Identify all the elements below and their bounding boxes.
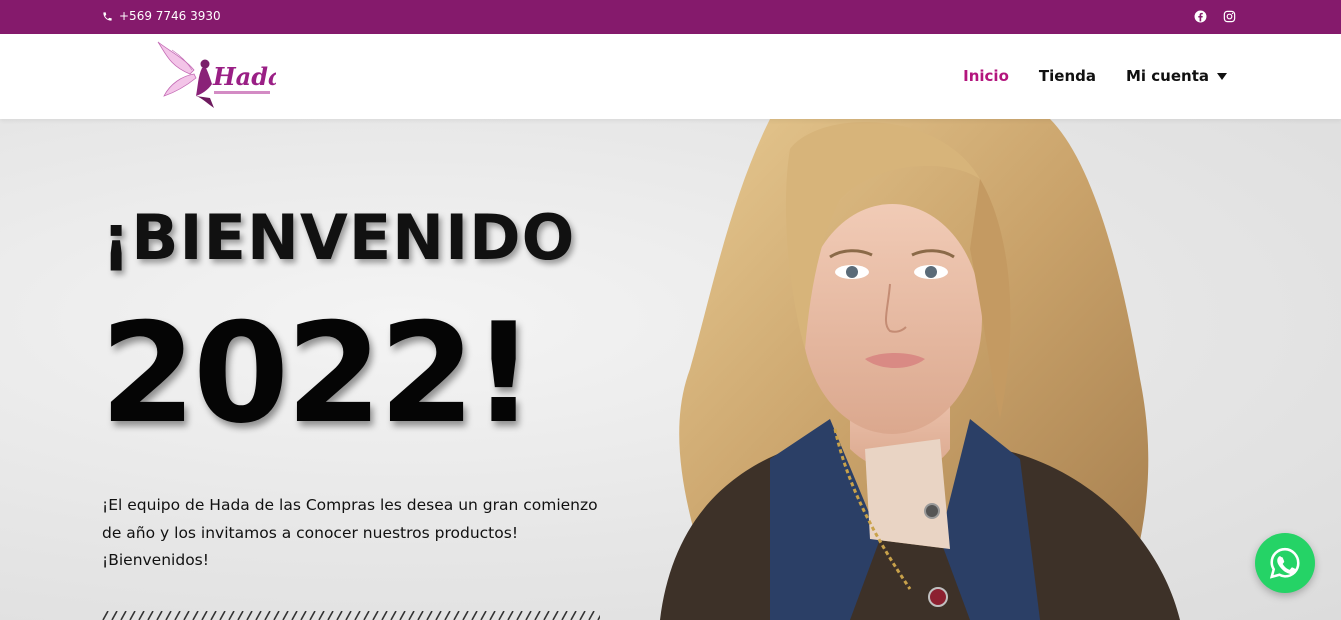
fairy-logo-icon <box>157 41 214 108</box>
nav-mi-cuenta[interactable]: Mi cuenta <box>1126 67 1227 85</box>
main-nav: Inicio Tienda Mi cuenta <box>963 67 1227 85</box>
nav-inicio-label: Inicio <box>963 67 1009 85</box>
dashed-divider <box>102 611 600 620</box>
caret-down-icon <box>1217 72 1227 80</box>
logo-text: Hada <box>212 62 276 91</box>
model-photo <box>660 119 1180 620</box>
whatsapp-icon <box>1269 547 1300 579</box>
hero-description: ¡El equipo de Hada de las Compras les de… <box>102 496 598 569</box>
phone-number: +569 7746 3930 <box>119 9 221 23</box>
hero-title-line1: ¡BIENVENIDO <box>102 201 576 274</box>
hada-logo[interactable]: Hada <box>156 40 276 110</box>
nav-mi-cuenta-label: Mi cuenta <box>1125 67 1209 85</box>
hero-title-line2: 2022! <box>100 293 535 454</box>
top-bar: +569 7746 3930 <box>0 0 1341 34</box>
logo-underline <box>214 91 270 94</box>
nav-tienda[interactable]: Tienda <box>1039 67 1096 85</box>
phone-icon <box>103 11 112 21</box>
whatsapp-button[interactable] <box>1255 533 1315 593</box>
nav-inicio[interactable]: Inicio <box>963 67 1009 85</box>
nav-tienda-label: Tienda <box>1038 67 1096 85</box>
phone-contact[interactable]: +569 7746 3930 <box>102 9 221 23</box>
site-header: Hada Inicio Tienda Mi cuenta <box>0 34 1341 119</box>
facebook-icon[interactable] <box>1194 10 1207 23</box>
hero-banner: ¡BIENVENIDO 2022! ¡El equipo de Hada de … <box>0 119 1341 620</box>
instagram-icon[interactable] <box>1223 10 1236 23</box>
